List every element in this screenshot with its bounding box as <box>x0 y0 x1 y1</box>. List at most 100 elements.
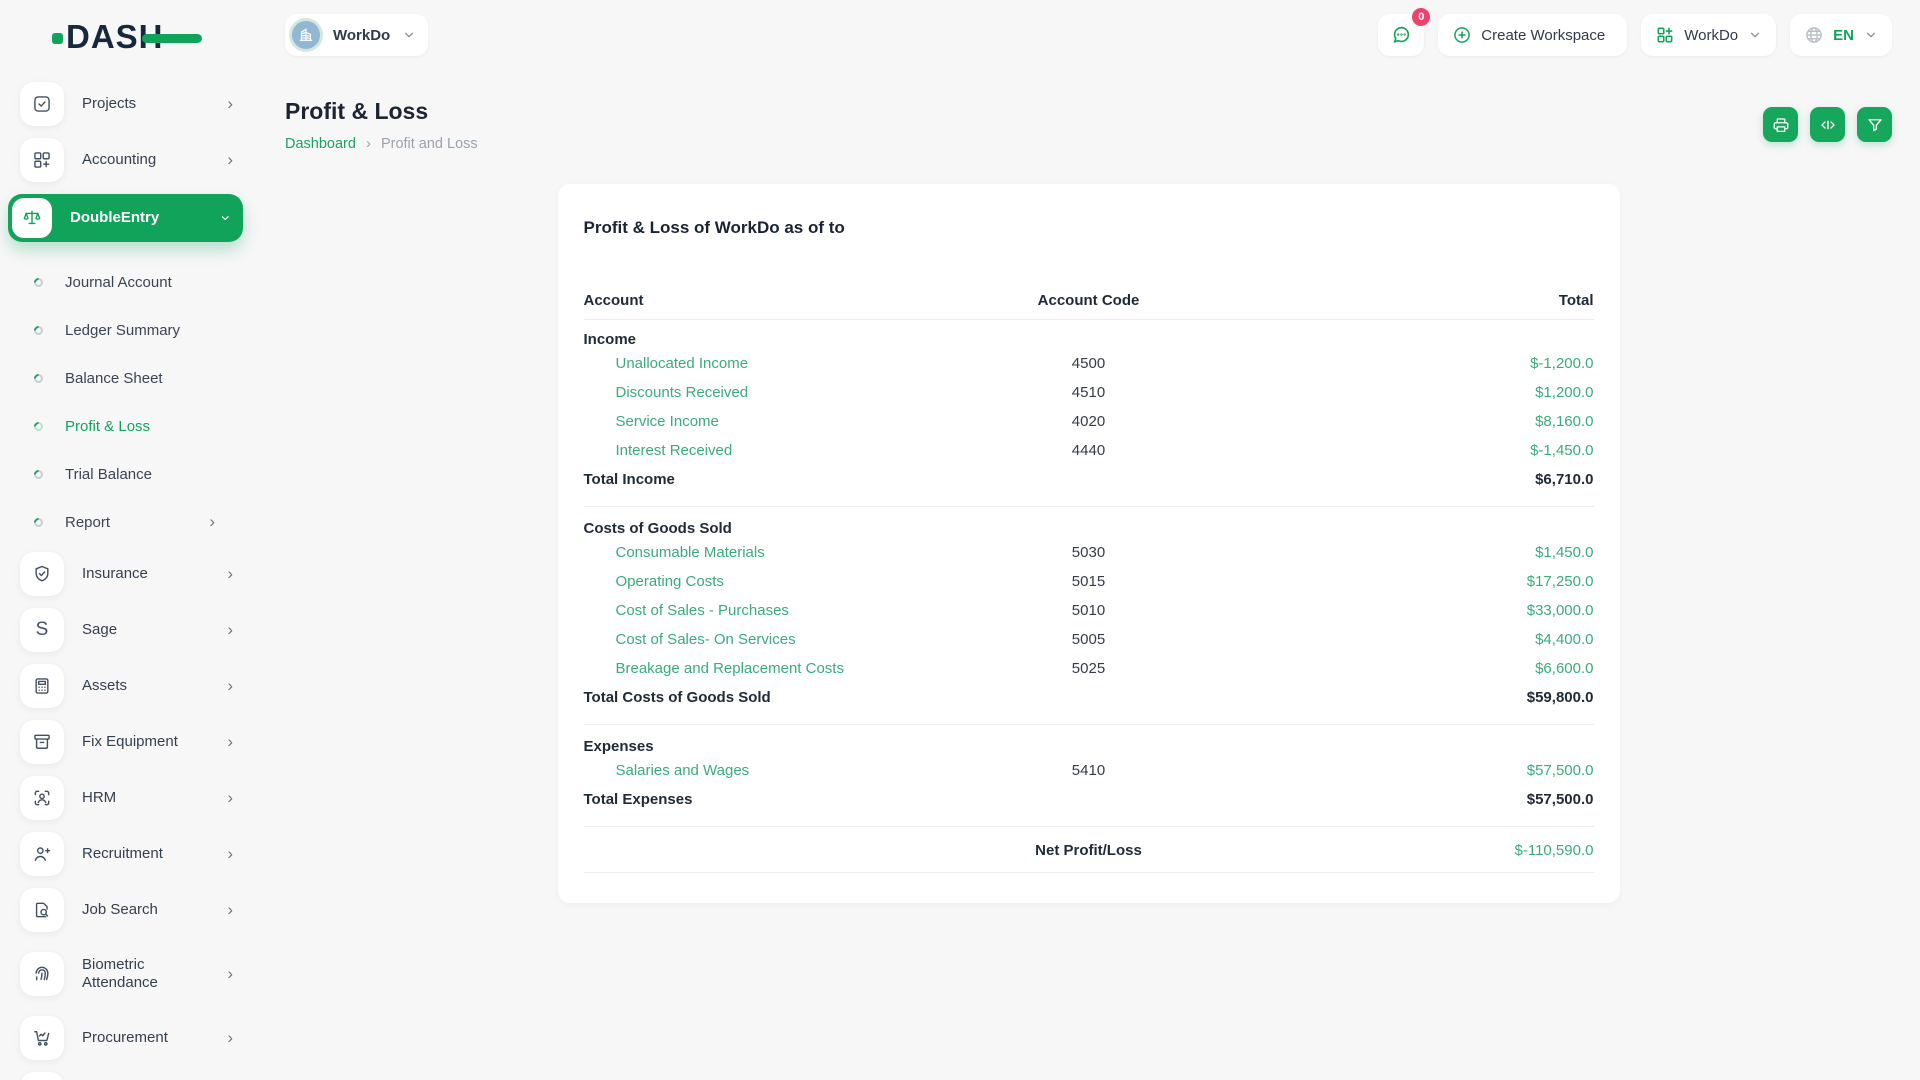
sidebar-item-label: HRM <box>82 789 204 807</box>
table-header-row: Account Account Code Total <box>584 290 1594 320</box>
sidebar-subitem-ledger-summary[interactable]: Ledger Summary <box>8 306 243 354</box>
sidebar: DASH Projects › Accounting › <box>0 0 255 1080</box>
account-link[interactable]: Cost of Sales- On Services <box>584 631 796 648</box>
account-link[interactable]: Service Income <box>584 413 719 430</box>
workspace-dropdown-label: WorkDo <box>1684 27 1738 44</box>
table-row: Service Income 4020 $8,160.0 <box>584 407 1594 436</box>
sidebar-item-doubleentry[interactable]: DoubleEntry › <box>8 194 243 242</box>
bullet-ring-icon <box>32 276 45 289</box>
section-header: Costs of Goods Sold <box>584 509 1594 538</box>
account-link[interactable]: Interest Received <box>584 442 733 459</box>
sidebar-item-assets[interactable]: Assets › <box>8 664 243 708</box>
table-row: Unallocated Income 4500 $-1,200.0 <box>584 349 1594 378</box>
sidebar-item-label: Sage <box>82 621 204 639</box>
language-code: EN <box>1833 27 1854 44</box>
filter-button[interactable] <box>1857 107 1892 142</box>
account-link[interactable]: Operating Costs <box>584 573 724 590</box>
sidebar-item-job-search[interactable]: Job Search › <box>8 888 243 932</box>
sidebar-item-hrm[interactable]: HRM › <box>8 776 243 820</box>
sidebar-item-label: Job Search <box>82 901 204 919</box>
workspace-selector[interactable]: WorkDo <box>285 14 428 56</box>
sidebar-subitem-label: Balance Sheet <box>65 370 163 387</box>
account-total: $17,250.0 <box>1257 573 1594 590</box>
account-link[interactable]: Discounts Received <box>584 384 749 401</box>
print-button[interactable] <box>1763 107 1798 142</box>
chat-button[interactable]: 0 <box>1378 14 1424 56</box>
sidebar-item-label: Accounting <box>82 151 204 169</box>
cart-icon <box>20 1016 64 1060</box>
chevron-right-icon: › <box>227 788 233 808</box>
sidebar-item-label: DoubleEntry <box>70 209 192 227</box>
language-selector[interactable]: EN <box>1790 14 1892 56</box>
bullet-ring-icon <box>32 372 45 385</box>
chevron-right-icon: › <box>227 564 233 584</box>
sidebar-item-label: Procurement <box>82 1029 204 1047</box>
chevron-right-icon: › <box>227 844 233 864</box>
export-code-button[interactable] <box>1810 107 1845 142</box>
sidebar-item-procurement[interactable]: Procurement › <box>8 1016 243 1060</box>
account-link[interactable]: Cost of Sales - Purchases <box>584 602 789 619</box>
letter-s-glyph: S <box>36 619 49 641</box>
sidebar-item-sage[interactable]: S Sage › <box>8 608 243 652</box>
chevron-down-icon <box>1864 28 1878 42</box>
table-row: Salaries and Wages 5410 $57,500.0 <box>584 756 1594 785</box>
chevron-right-icon: › <box>227 900 233 920</box>
sidebar-item-insurance[interactable]: Insurance › <box>8 552 243 596</box>
doubleentry-submenu: Journal Account Ledger Summary Balance S… <box>8 254 243 552</box>
sidebar-subitem-label: Report <box>65 514 110 531</box>
sidebar-subitem-profit-loss[interactable]: Profit & Loss <box>8 402 243 450</box>
app-logo[interactable]: DASH <box>66 14 216 62</box>
fingerprint-icon <box>20 952 64 996</box>
section-name: Costs of Goods Sold <box>584 520 921 537</box>
section-header: Income <box>584 320 1594 349</box>
create-workspace-button[interactable]: Create Workspace <box>1438 14 1627 56</box>
sidebar-subitem-balance-sheet[interactable]: Balance Sheet <box>8 354 243 402</box>
breadcrumb-dashboard-link[interactable]: Dashboard <box>285 136 356 152</box>
account-total: $-1,200.0 <box>1257 355 1594 372</box>
account-code: 5030 <box>920 544 1257 561</box>
breadcrumb-separator: › <box>366 135 371 152</box>
account-link[interactable]: Consumable Materials <box>584 544 765 561</box>
sidebar-subitem-label: Trial Balance <box>65 466 152 483</box>
bullet-ring-icon <box>32 516 45 529</box>
letter-s-icon: S <box>20 608 64 652</box>
sidebar-item-accounting[interactable]: Accounting › <box>8 138 243 182</box>
account-total: $6,600.0 <box>1257 660 1594 677</box>
chevron-down-icon: › <box>216 215 236 221</box>
document-search-icon <box>20 888 64 932</box>
section-name: Expenses <box>584 738 921 755</box>
account-link[interactable]: Salaries and Wages <box>584 762 750 779</box>
page-header: Profit & Loss Dashboard › Profit and Los… <box>285 98 1892 152</box>
table-row: Cost of Sales- On Services 5005 $4,400.0 <box>584 625 1594 654</box>
sidebar-item-fix-equipment[interactable]: Fix Equipment › <box>8 720 243 764</box>
sidebar-subitem-label: Journal Account <box>65 274 172 291</box>
sidebar-item-recruitment[interactable]: Recruitment › <box>8 832 243 876</box>
sidebar-item-label: Biometric Attendance <box>82 956 204 992</box>
topbar: WorkDo 0 Create Workspace WorkDo EN <box>255 0 1920 70</box>
section-total-label: Total Expenses <box>584 791 921 808</box>
plus-circle-icon <box>1452 25 1472 45</box>
sidebar-subitem-trial-balance[interactable]: Trial Balance <box>8 450 243 498</box>
sidebar-subitem-label: Ledger Summary <box>65 322 180 339</box>
account-link[interactable]: Breakage and Replacement Costs <box>584 660 844 677</box>
account-link[interactable]: Unallocated Income <box>584 355 749 372</box>
account-code: 5005 <box>920 631 1257 648</box>
filter-icon <box>1866 116 1884 134</box>
sidebar-subitem-report[interactable]: Report › <box>8 498 243 546</box>
title-block: Profit & Loss Dashboard › Profit and Los… <box>285 98 478 152</box>
breadcrumb-current: Profit and Loss <box>381 136 478 152</box>
sidebar-item-label: Projects <box>82 95 204 113</box>
chevron-down-icon <box>402 28 416 42</box>
code-icon <box>1819 116 1837 134</box>
notification-badge: 0 <box>1412 8 1430 26</box>
sidebar-item-biometric-attendance[interactable]: Biometric Attendance › <box>8 944 243 1004</box>
workspace-dropdown[interactable]: WorkDo <box>1641 14 1776 56</box>
sidebar-item-projects[interactable]: Projects › <box>8 82 243 126</box>
column-header-account: Account <box>584 292 921 309</box>
profit-loss-table: Account Account Code Total Income Unallo… <box>584 290 1594 873</box>
sidebar-item-pos[interactable]: POS › <box>8 1072 243 1080</box>
table-row: Breakage and Replacement Costs 5025 $6,6… <box>584 654 1594 683</box>
account-total: $1,450.0 <box>1257 544 1594 561</box>
table-row: Cost of Sales - Purchases 5010 $33,000.0 <box>584 596 1594 625</box>
sidebar-subitem-journal-account[interactable]: Journal Account <box>8 258 243 306</box>
